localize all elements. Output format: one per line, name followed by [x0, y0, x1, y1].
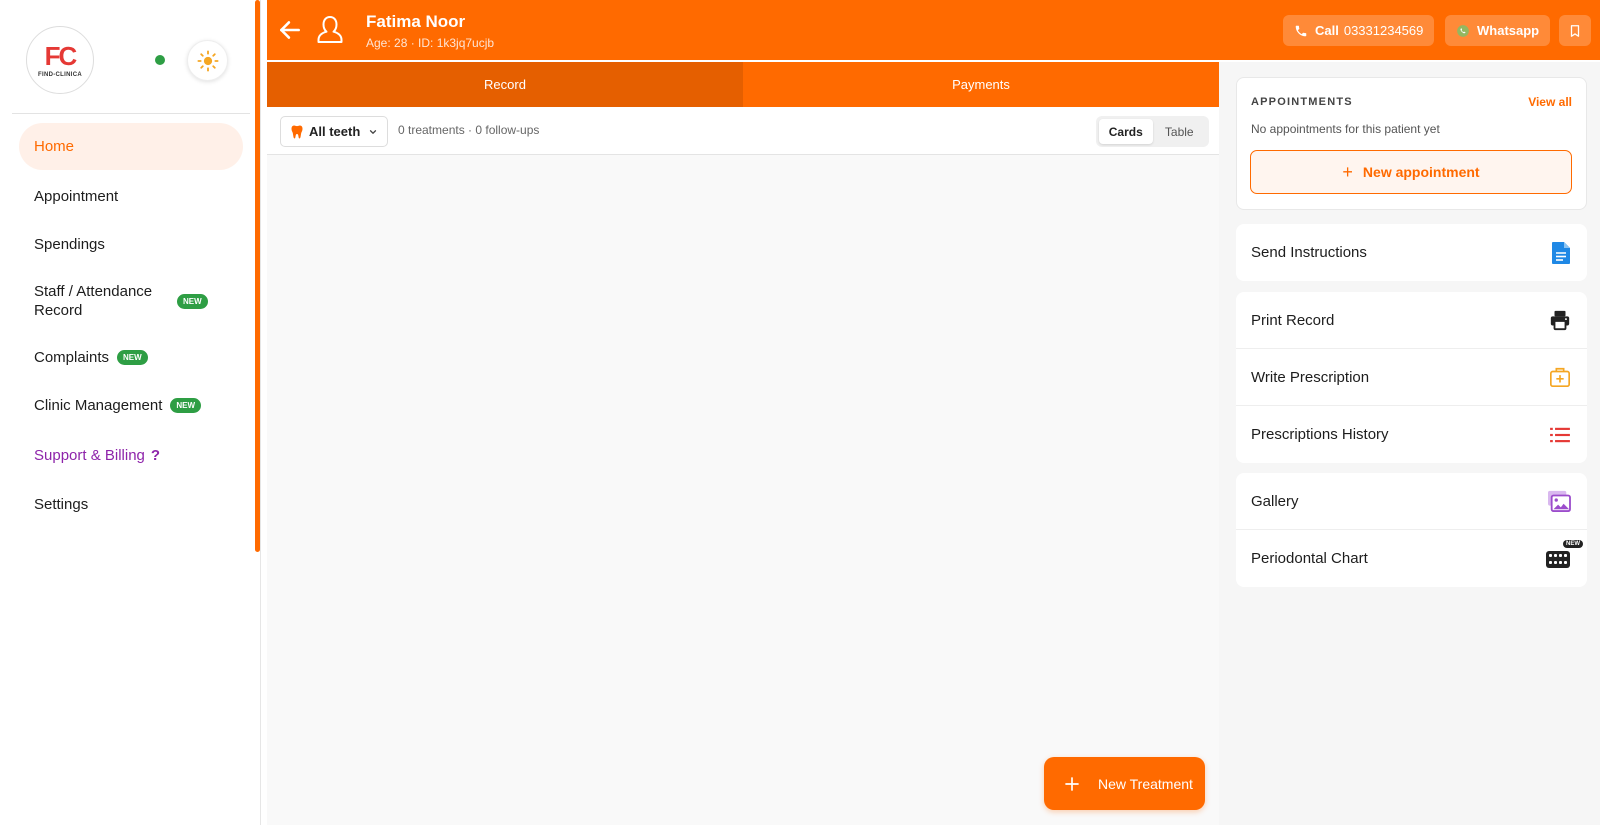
sidebar-item-clinic-management[interactable]: Clinic Management NEW	[19, 393, 243, 417]
new-badge: NEW	[117, 349, 148, 365]
treatment-list-area	[267, 155, 1219, 825]
view-toggle: Cards Table	[1096, 116, 1209, 147]
list-icon	[1549, 426, 1571, 444]
bookmark-button[interactable]	[1559, 15, 1591, 46]
sidebar: FC FIND-CLINICA Home Appointment Spendin…	[0, 0, 261, 830]
teeth-filter-value: All teeth	[309, 124, 361, 139]
new-treatment-button[interactable]: New Treatment	[1044, 757, 1205, 810]
view-all-link[interactable]: View all	[1528, 95, 1572, 109]
appointments-empty-text: No appointments for this patient yet	[1251, 122, 1440, 136]
online-status-dot	[155, 55, 165, 65]
bookmark-icon	[1570, 24, 1580, 37]
clinic-logo[interactable]: FC FIND-CLINICA	[26, 26, 94, 94]
teeth-grid-icon: NEW	[1545, 539, 1583, 569]
sidebar-item-label: Appointment	[34, 187, 119, 205]
print-record-button[interactable]: Print Record	[1236, 292, 1587, 349]
action-group-instructions: Send Instructions	[1236, 224, 1587, 281]
new-treatment-label: New Treatment	[1098, 775, 1193, 792]
action-label: Gallery	[1251, 492, 1299, 510]
action-label: Send Instructions	[1251, 244, 1367, 261]
whatsapp-button[interactable]: Whatsapp	[1445, 15, 1551, 46]
action-label: Write Prescription	[1251, 368, 1370, 386]
action-label: Prescriptions History	[1251, 426, 1389, 443]
patient-avatar-icon	[317, 16, 343, 43]
call-label: Call	[1315, 23, 1339, 38]
sidebar-scrollbar[interactable]	[255, 0, 260, 552]
sidebar-divider	[12, 113, 250, 114]
patient-name: Fatima Noor	[366, 12, 466, 31]
sidebar-item-staff-attendance[interactable]: Staff / Attendance Record NEW	[19, 280, 243, 322]
new-badge: NEW	[177, 293, 208, 309]
printer-icon	[1549, 309, 1571, 331]
logo-text: FIND-CLINICA	[38, 71, 82, 78]
sidebar-item-appointment[interactable]: Appointment	[19, 184, 243, 208]
new-appointment-button[interactable]: + New appointment	[1250, 150, 1572, 194]
sidebar-item-settings[interactable]: Settings	[19, 492, 243, 516]
sidebar-item-spendings[interactable]: Spendings	[19, 232, 243, 256]
theme-toggle-button[interactable]	[187, 40, 228, 81]
view-cards-option[interactable]: Cards	[1099, 119, 1153, 144]
whatsapp-label: Whatsapp	[1477, 23, 1540, 38]
patient-header: Fatima Noor Age: 28 · ID: 1k3jq7ucjb Cal…	[267, 0, 1600, 60]
sidebar-item-complaints[interactable]: Complaints NEW	[19, 345, 243, 369]
send-instructions-button[interactable]: Send Instructions	[1236, 224, 1587, 281]
gallery-icon	[1547, 490, 1571, 512]
teeth-filter-select[interactable]: All teeth	[280, 116, 388, 147]
sidebar-item-label: Clinic Management	[34, 396, 163, 414]
action-group-records: Print Record Write Prescription Prescrip…	[1236, 292, 1587, 463]
action-group-media: Gallery Periodontal Chart NEW	[1236, 473, 1587, 587]
sidebar-item-label: Home	[34, 138, 75, 155]
view-table-option[interactable]: Table	[1153, 119, 1207, 144]
right-panel: APPOINTMENTS View all No appointments fo…	[1219, 62, 1600, 830]
sun-icon	[196, 49, 219, 72]
new-appointment-label: New appointment	[1362, 164, 1480, 180]
filter-bar: All teeth 0 treatments · 0 follow-ups Ca…	[267, 107, 1219, 155]
tab-payments[interactable]: Payments	[743, 62, 1219, 107]
medkit-icon	[1549, 366, 1571, 388]
call-button[interactable]: Call 03331234569	[1283, 15, 1435, 46]
new-badge: NEW	[170, 397, 202, 413]
appointments-card: APPOINTMENTS View all No appointments fo…	[1236, 77, 1587, 210]
document-icon	[1551, 241, 1571, 265]
sidebar-item-label: Settings	[34, 495, 89, 513]
back-arrow-icon[interactable]	[277, 17, 303, 43]
tab-record[interactable]: Record	[267, 62, 743, 107]
whatsapp-icon	[1456, 24, 1470, 38]
prescriptions-history-button[interactable]: Prescriptions History	[1236, 406, 1587, 463]
record-tabs: Record Payments	[267, 62, 1219, 107]
sidebar-item-label: Staff / Attendance Record	[34, 283, 153, 319]
call-number: 03331234569	[1343, 23, 1424, 38]
bottom-strip	[0, 825, 1600, 830]
action-label: Periodontal Chart	[1251, 550, 1368, 567]
plus-icon	[1064, 776, 1080, 792]
appointments-title: APPOINTMENTS	[1251, 96, 1353, 108]
logo-mark: FC	[44, 40, 78, 71]
tooth-icon	[291, 125, 303, 139]
help-icon: ?	[150, 446, 161, 464]
new-badge: NEW	[1563, 539, 1583, 548]
plus-icon: +	[1342, 161, 1353, 182]
chevron-down-icon	[368, 127, 378, 137]
write-prescription-button[interactable]: Write Prescription	[1236, 349, 1587, 406]
sidebar-item-home[interactable]: Home	[19, 123, 243, 170]
phone-icon	[1294, 24, 1308, 38]
patient-meta: Age: 28 · ID: 1k3jq7ucjb	[366, 36, 495, 50]
sidebar-item-label: Support & Billing	[34, 446, 145, 464]
treatment-summary: 0 treatments · 0 follow-ups	[398, 123, 540, 137]
sidebar-item-support-billing[interactable]: Support & Billing ?	[19, 443, 243, 467]
periodontal-chart-button[interactable]: Periodontal Chart NEW	[1236, 530, 1587, 587]
gallery-button[interactable]: Gallery	[1236, 473, 1587, 530]
sidebar-item-label: Complaints	[34, 348, 110, 366]
action-label: Print Record	[1251, 311, 1335, 329]
sidebar-item-label: Spendings	[34, 235, 105, 253]
